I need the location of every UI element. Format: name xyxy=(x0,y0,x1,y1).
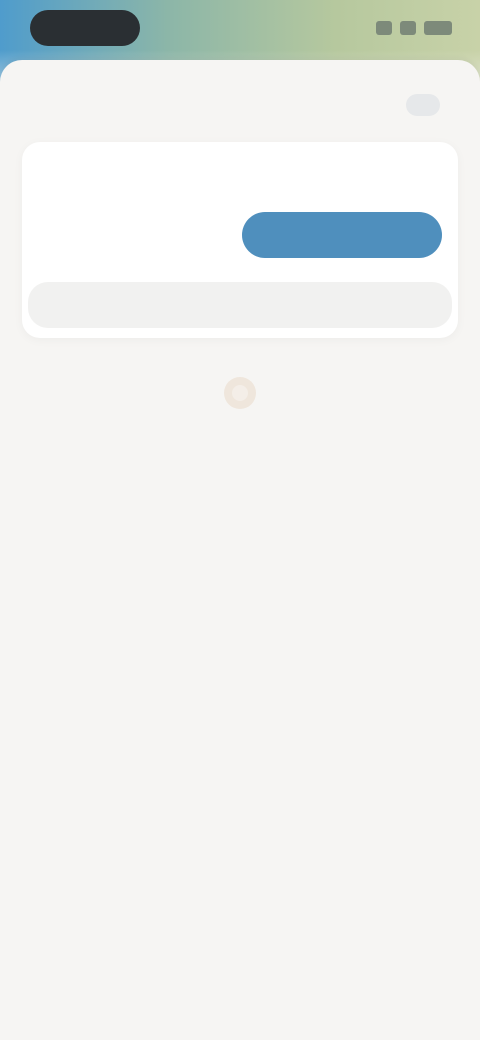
empty-state xyxy=(0,370,480,434)
status-time xyxy=(30,10,140,46)
wifi-icon xyxy=(400,21,416,35)
signal-icon xyxy=(376,21,392,35)
primary-button[interactable] xyxy=(242,212,442,258)
bottom-button[interactable] xyxy=(28,282,452,328)
bottom-sheet xyxy=(0,60,480,1040)
close-button[interactable] xyxy=(406,94,440,116)
status-bar xyxy=(0,0,480,60)
status-icons xyxy=(352,16,452,40)
secondary-button[interactable] xyxy=(42,212,242,258)
action-card xyxy=(22,142,458,338)
empty-state-icon xyxy=(217,370,263,416)
battery-icon xyxy=(424,21,452,35)
action-row xyxy=(42,212,442,258)
